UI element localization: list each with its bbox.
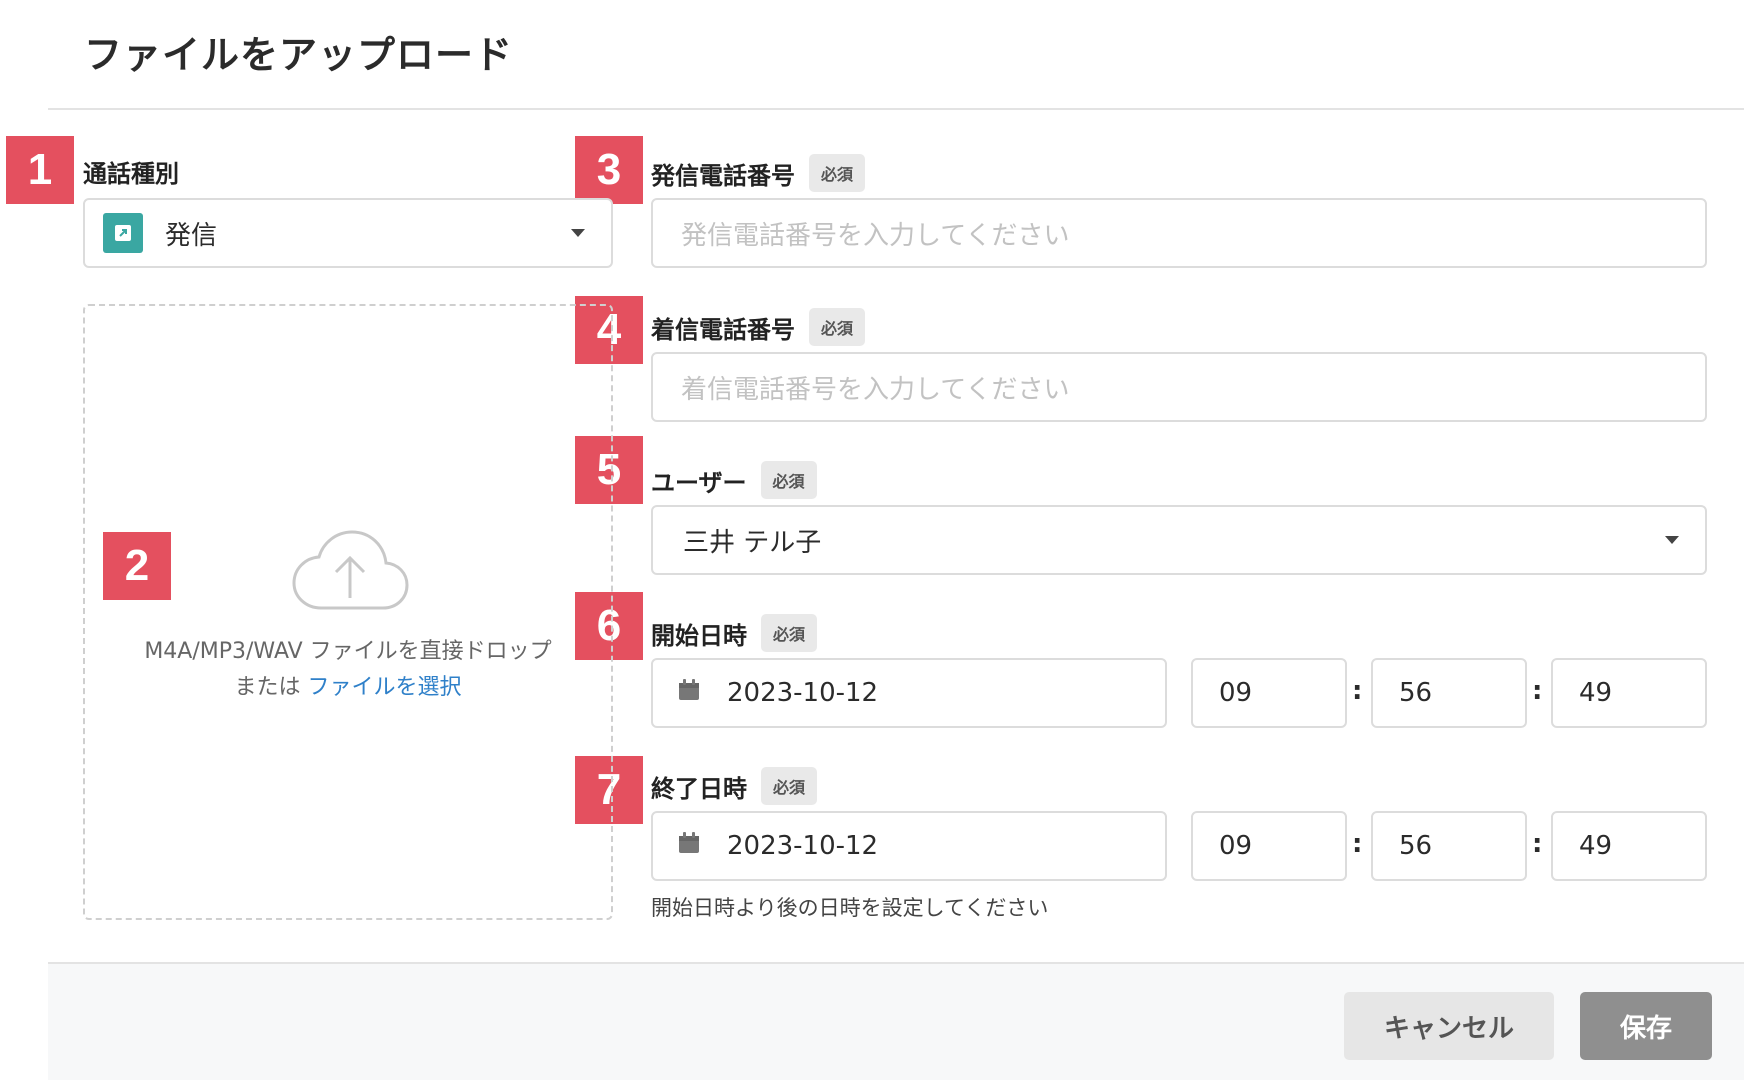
end-minute-input[interactable]: 56	[1371, 811, 1527, 881]
time-separator: :	[1532, 829, 1543, 859]
calendar-icon	[677, 831, 701, 862]
marker-3: 3	[575, 136, 643, 204]
start-second-value: 49	[1579, 678, 1613, 708]
dropzone-select-line: または ファイルを選択	[85, 670, 611, 706]
title-divider	[48, 108, 1744, 110]
start-datetime-label: 開始日時 必須	[651, 614, 818, 652]
dialog-title: ファイルをアップロード	[84, 33, 514, 77]
end-date-value: 2023-10-12	[727, 831, 879, 861]
end-second-value: 49	[1579, 831, 1613, 861]
chevron-down-icon	[1665, 536, 1679, 544]
select-file-link[interactable]: ファイルを選択	[308, 675, 462, 700]
dropzone-or: または	[234, 675, 301, 700]
end-second-input[interactable]: 49	[1551, 811, 1707, 881]
user-value: 三井 テル子	[683, 527, 822, 558]
start-datetime-label-text: 開始日時	[651, 621, 747, 650]
required-badge: 必須	[760, 461, 817, 499]
callee-number-input[interactable]: 着信電話番号を入力してください	[651, 352, 1707, 422]
end-datetime-label: 終了日時 必須	[651, 767, 818, 805]
call-type-label-text: 通話種別	[83, 160, 179, 188]
caller-number-label-text: 発信電話番号	[651, 161, 795, 190]
callee-number-label: 着信電話番号 必須	[651, 308, 866, 346]
start-minute-value: 56	[1399, 678, 1433, 708]
end-datetime-label-text: 終了日時	[651, 774, 747, 803]
end-minute-value: 56	[1399, 831, 1433, 861]
call-type-select[interactable]: 発信	[83, 198, 613, 268]
outgoing-call-icon	[103, 213, 143, 253]
time-separator: :	[1532, 676, 1543, 706]
user-select[interactable]: 三井 テル子	[651, 505, 1707, 575]
upload-dialog: ファイルをアップロード 1 2 3 4 5 6 7 通話種別 発信 M4A/MP…	[0, 0, 1744, 1080]
required-badge: 必須	[761, 767, 818, 805]
time-separator: :	[1352, 829, 1363, 859]
cloud-upload-icon	[291, 528, 409, 616]
caller-number-label: 発信電話番号 必須	[651, 154, 866, 192]
user-label: ユーザー 必須	[651, 461, 817, 499]
cancel-button[interactable]: キャンセル	[1344, 992, 1554, 1060]
time-separator: :	[1352, 676, 1363, 706]
end-hour-value: 09	[1219, 831, 1253, 861]
required-badge: 必須	[809, 154, 866, 192]
start-minute-input[interactable]: 56	[1371, 658, 1527, 728]
save-button[interactable]: 保存	[1580, 992, 1712, 1060]
call-type-label: 通話種別	[83, 154, 179, 189]
required-badge: 必須	[761, 614, 818, 652]
callee-number-label-text: 着信電話番号	[651, 315, 795, 344]
end-date-input[interactable]: 2023-10-12	[651, 811, 1167, 881]
start-date-value: 2023-10-12	[727, 678, 879, 708]
end-datetime-hint: 開始日時より後の日時を設定してください	[651, 896, 1049, 920]
chevron-down-icon	[571, 229, 585, 237]
call-type-value: 発信	[165, 220, 218, 251]
start-date-input[interactable]: 2023-10-12	[651, 658, 1167, 728]
file-dropzone[interactable]: M4A/MP3/WAV ファイルを直接ドロップ または ファイルを選択	[83, 304, 613, 920]
dropzone-text: M4A/MP3/WAV ファイルを直接ドロップ または ファイルを選択	[85, 634, 611, 706]
marker-1: 1	[6, 136, 74, 204]
start-second-input[interactable]: 49	[1551, 658, 1707, 728]
calendar-icon	[677, 678, 701, 709]
start-hour-value: 09	[1219, 678, 1253, 708]
required-badge: 必須	[809, 308, 866, 346]
start-hour-input[interactable]: 09	[1191, 658, 1347, 728]
dialog-footer: キャンセル 保存	[48, 962, 1744, 1080]
dropzone-instruction: M4A/MP3/WAV ファイルを直接ドロップ	[144, 639, 552, 664]
end-hour-input[interactable]: 09	[1191, 811, 1347, 881]
user-label-text: ユーザー	[651, 468, 747, 497]
caller-number-input[interactable]: 発信電話番号を入力してください	[651, 198, 1707, 268]
